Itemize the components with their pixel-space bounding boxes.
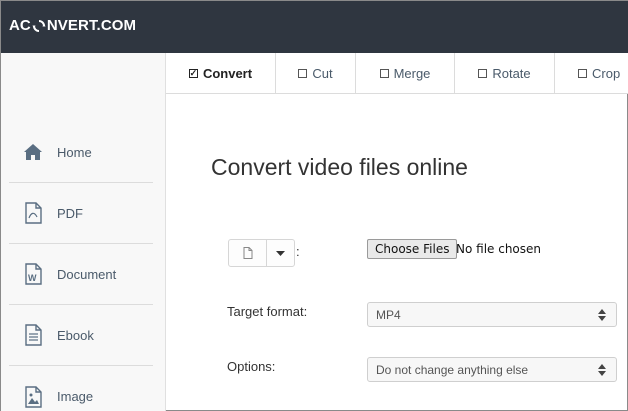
sidebar-item-image[interactable]: Image	[9, 366, 153, 411]
sidebar: Home PDF W Document Ebook Image	[1, 53, 166, 411]
choose-files-button[interactable]: Choose Files	[367, 239, 458, 259]
no-file-chosen-text: No file chosen	[456, 242, 542, 256]
sidebar-item-home[interactable]: Home	[9, 122, 153, 183]
sidebar-item-ebook[interactable]: Ebook	[9, 305, 153, 366]
target-format-value: MP4	[376, 307, 401, 322]
logo[interactable]: AC NVERT.COM	[9, 17, 136, 34]
svg-text:W: W	[28, 273, 37, 283]
sidebar-item-label: Ebook	[57, 327, 94, 343]
tab-label: Cut	[312, 66, 333, 81]
checkbox-icon	[578, 69, 587, 78]
tab-cut[interactable]: Cut	[276, 53, 356, 94]
tab-label: Rotate	[492, 66, 531, 81]
tool-tabs: ✓ Convert Cut Merge Rotate Crop	[166, 53, 628, 94]
main-content: Convert video files online : Choose File…	[166, 94, 628, 411]
options-value: Do not change anything else	[376, 362, 529, 377]
tab-label: Merge	[393, 66, 431, 81]
options-label: Options:	[227, 359, 276, 374]
pdf-icon	[22, 202, 44, 224]
tab-convert[interactable]: ✓ Convert	[166, 53, 276, 94]
tab-merge[interactable]: Merge	[356, 53, 455, 94]
logo-prefix: AC	[9, 17, 31, 34]
logo-suffix: NVERT.COM	[46, 17, 137, 34]
select-arrows-icon	[598, 309, 606, 321]
file-icon[interactable]	[229, 240, 267, 266]
image-icon	[22, 385, 44, 408]
page-title: Convert video files online	[211, 154, 468, 180]
sidebar-item-label: Document	[57, 266, 117, 282]
sidebar-item-label: Image	[57, 389, 94, 404]
tab-crop[interactable]: Crop	[555, 53, 628, 94]
sidebar-item-label: PDF	[57, 205, 83, 221]
home-icon	[22, 141, 44, 163]
tab-rotate[interactable]: Rotate	[455, 53, 555, 94]
sidebar-item-pdf[interactable]: PDF	[9, 183, 153, 244]
document-icon: W	[22, 263, 44, 285]
sidebar-item-document[interactable]: W Document	[9, 244, 153, 305]
top-bar: AC NVERT.COM	[1, 1, 628, 53]
checkbox-icon	[379, 69, 389, 78]
file-source-dropdown[interactable]	[228, 239, 295, 267]
refresh-icon	[32, 19, 46, 32]
tab-label: Convert	[202, 66, 253, 81]
sidebar-item-label: Home	[57, 144, 92, 160]
caret-down-icon[interactable]	[267, 240, 294, 266]
select-arrows-icon	[598, 364, 606, 376]
checkbox-checked-icon: ✓	[188, 68, 198, 78]
target-format-select[interactable]: MP4	[367, 302, 617, 327]
ebook-icon	[22, 324, 44, 346]
checkbox-icon	[298, 69, 308, 78]
file-source-colon: :	[296, 244, 300, 259]
target-format-label: Target format:	[227, 304, 308, 319]
options-select[interactable]: Do not change anything else	[367, 357, 617, 382]
checkbox-icon	[478, 69, 488, 78]
tab-label: Crop	[592, 66, 621, 81]
